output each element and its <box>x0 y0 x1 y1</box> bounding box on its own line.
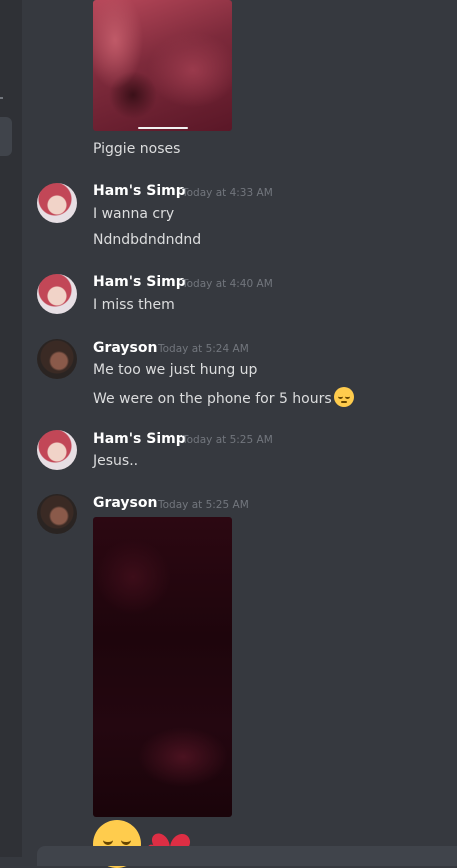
author-name[interactable]: Grayson <box>93 494 157 512</box>
message-timestamp: Today at 5:25 AM <box>182 434 273 446</box>
sidebar-marker <box>0 97 3 99</box>
message-timestamp: Today at 4:40 AM <box>182 278 273 290</box>
image-attachment[interactable] <box>93 517 232 817</box>
message-timestamp: Today at 5:24 AM <box>158 343 249 355</box>
video-progress-bar <box>138 127 188 129</box>
message-text: Jesus.. <box>93 453 139 469</box>
avatar[interactable] <box>37 339 77 379</box>
author-name[interactable]: Ham's Simp <box>93 430 186 448</box>
pensive-face-icon <box>333 387 354 407</box>
avatar[interactable] <box>37 494 77 534</box>
avatar[interactable] <box>37 430 77 470</box>
author-name[interactable]: Grayson <box>93 339 157 357</box>
message-timestamp: Today at 4:33 AM <box>182 187 273 199</box>
message-text: I wanna cry <box>93 206 175 222</box>
avatar[interactable] <box>37 274 77 314</box>
avatar[interactable] <box>37 183 77 223</box>
message-text: Me too we just hung up <box>93 362 258 378</box>
author-name[interactable]: Ham's Simp <box>93 182 186 200</box>
sidebar-scroll-pill[interactable] <box>0 117 12 156</box>
message-text: I miss them <box>93 297 175 313</box>
message-timestamp: Today at 5:25 AM <box>158 499 249 511</box>
message-text: Ndndbdndndnd <box>93 232 202 248</box>
message-line: We were on the phone for 5 hours <box>93 387 354 408</box>
message-text: We were on the phone for 5 hours <box>93 391 332 407</box>
image-attachment[interactable] <box>93 0 232 131</box>
message-text: Piggie noses <box>93 141 181 157</box>
message-input[interactable] <box>37 846 457 866</box>
author-name[interactable]: Ham's Simp <box>93 273 186 291</box>
